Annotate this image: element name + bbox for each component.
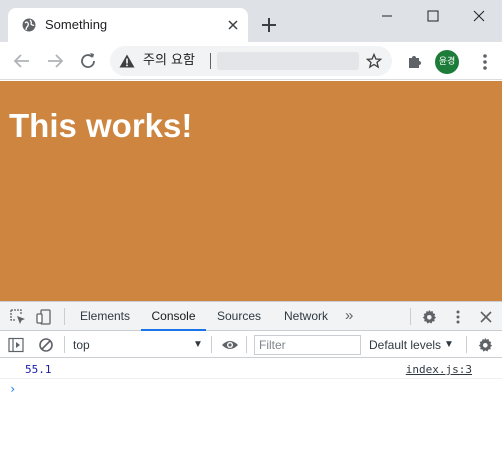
globe-icon bbox=[22, 18, 36, 32]
reload-icon[interactable] bbox=[78, 51, 98, 71]
toolbar-divider bbox=[64, 308, 65, 325]
page-heading: This works! bbox=[9, 107, 193, 144]
browser-toolbar: 주의 요함 bbox=[0, 42, 502, 80]
address-bar[interactable]: 주의 요함 bbox=[110, 46, 392, 76]
title-bar: Something bbox=[0, 0, 502, 42]
console-filter-input[interactable] bbox=[254, 335, 361, 355]
back-arrow-icon[interactable] bbox=[12, 51, 32, 71]
more-tabs-button[interactable]: » bbox=[345, 308, 353, 324]
settings-gear-icon[interactable] bbox=[421, 309, 437, 325]
devtools-menu-icon[interactable] bbox=[455, 309, 461, 325]
live-expression-eye-icon[interactable] bbox=[221, 337, 239, 353]
bookmark-star-icon[interactable] bbox=[366, 53, 382, 69]
toolbar-divider bbox=[410, 308, 411, 325]
context-selector[interactable]: top bbox=[73, 337, 203, 353]
toolbar-divider bbox=[466, 336, 467, 353]
clear-console-icon[interactable] bbox=[38, 337, 54, 353]
page-viewport: This works! bbox=[0, 81, 502, 301]
devtools-tab-bar: Elements Console Sources Network » bbox=[0, 302, 502, 331]
log-levels-dropdown[interactable]: Default levels bbox=[369, 337, 441, 353]
browser-menu-icon[interactable] bbox=[480, 52, 490, 72]
maximize-button[interactable] bbox=[410, 0, 456, 32]
console-log-value: 55.1 bbox=[25, 363, 52, 376]
tab-network[interactable]: Network bbox=[276, 302, 336, 331]
console-source-link[interactable]: index.js:3 bbox=[406, 363, 472, 376]
minimize-button[interactable] bbox=[364, 0, 410, 32]
close-icon bbox=[473, 10, 485, 22]
profile-avatar[interactable]: 윤경 bbox=[435, 50, 459, 74]
dropdown-arrow-icon[interactable]: ▼ bbox=[193, 337, 203, 353]
url-separator bbox=[210, 53, 211, 69]
tab-elements[interactable]: Elements bbox=[74, 302, 136, 331]
url-text-redacted[interactable] bbox=[217, 52, 359, 70]
inspect-element-icon[interactable] bbox=[10, 309, 26, 325]
toolbar-divider bbox=[211, 336, 212, 353]
toolbar-divider bbox=[246, 336, 247, 353]
forward-arrow-icon[interactable] bbox=[45, 51, 65, 71]
console-prompt[interactable]: › bbox=[9, 382, 16, 396]
browser-tab[interactable]: Something bbox=[8, 8, 248, 42]
show-sidebar-icon[interactable] bbox=[8, 337, 24, 353]
tab-sources[interactable]: Sources bbox=[211, 302, 267, 331]
console-filter-bar: top ▼ Default levels ▼ bbox=[0, 332, 502, 358]
close-devtools-icon[interactable] bbox=[478, 309, 494, 325]
maximize-icon bbox=[427, 10, 439, 22]
console-message: 55.1 index.js:3 bbox=[0, 359, 502, 379]
devtools-panel: Elements Console Sources Network » top ▼… bbox=[0, 301, 502, 460]
dropdown-arrow-icon[interactable]: ▼ bbox=[444, 337, 454, 353]
device-toolbar-icon[interactable] bbox=[36, 309, 52, 325]
minimize-icon bbox=[382, 15, 392, 17]
extensions-puzzle-icon[interactable] bbox=[406, 52, 424, 70]
security-label[interactable]: 주의 요함 bbox=[143, 52, 195, 70]
tab-console[interactable]: Console bbox=[141, 302, 206, 331]
close-tab-icon[interactable] bbox=[226, 18, 240, 32]
close-window-button[interactable] bbox=[456, 0, 502, 32]
toolbar-divider bbox=[64, 336, 65, 353]
new-tab-icon[interactable] bbox=[261, 17, 277, 33]
warning-icon[interactable] bbox=[119, 54, 135, 68]
console-settings-gear-icon[interactable] bbox=[477, 337, 493, 353]
tab-title: Something bbox=[45, 17, 108, 32]
